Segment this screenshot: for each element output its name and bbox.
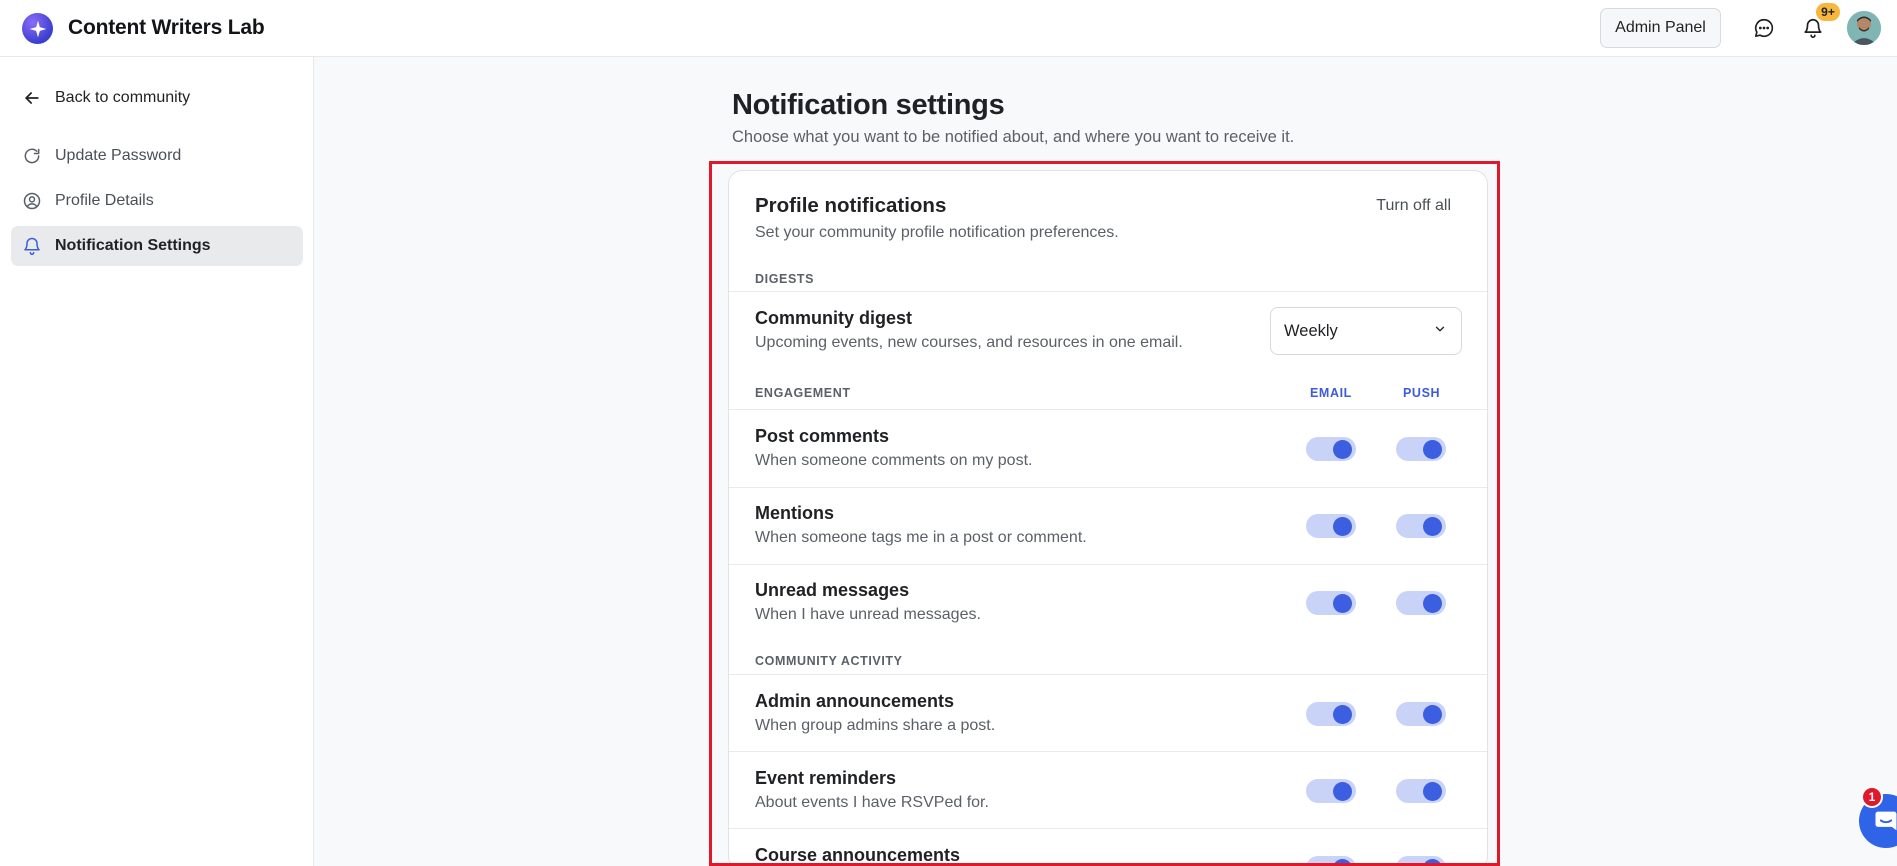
settings-sidebar: Back to community Update Password Profil…	[0, 57, 314, 866]
page-subtitle: Choose what you want to be notified abou…	[732, 128, 1295, 146]
user-circle-icon	[21, 190, 43, 212]
highlight-box	[709, 161, 1500, 866]
sidebar-item-label: Notification Settings	[55, 237, 211, 254]
arrow-left-icon	[21, 87, 43, 109]
bell-icon	[21, 235, 43, 257]
page-title: Notification settings	[732, 89, 1005, 121]
chat-bubble-icon	[1875, 811, 1897, 831]
avatar[interactable]	[1847, 11, 1881, 45]
sidebar-item-label: Update Password	[55, 147, 182, 164]
back-to-community-link[interactable]: Back to community	[11, 78, 303, 118]
sidebar-item-label: Profile Details	[55, 192, 154, 209]
top-bar: Content Writers Lab Admin Panel 9+	[0, 0, 1897, 57]
brand-name[interactable]: Content Writers Lab	[68, 16, 265, 40]
sidebar-item-notification-settings[interactable]: Notification Settings	[11, 226, 303, 266]
sidebar-item-profile-details[interactable]: Profile Details	[11, 181, 303, 221]
notification-count-badge: 9+	[1814, 1, 1842, 23]
refresh-icon	[21, 145, 43, 167]
chat-icon[interactable]	[1751, 15, 1777, 41]
admin-panel-button[interactable]: Admin Panel	[1600, 8, 1721, 48]
chat-unread-badge: 1	[1861, 786, 1883, 808]
back-to-community-label: Back to community	[55, 89, 191, 106]
sidebar-item-update-password[interactable]: Update Password	[11, 136, 303, 176]
logo-icon[interactable]	[22, 13, 53, 44]
